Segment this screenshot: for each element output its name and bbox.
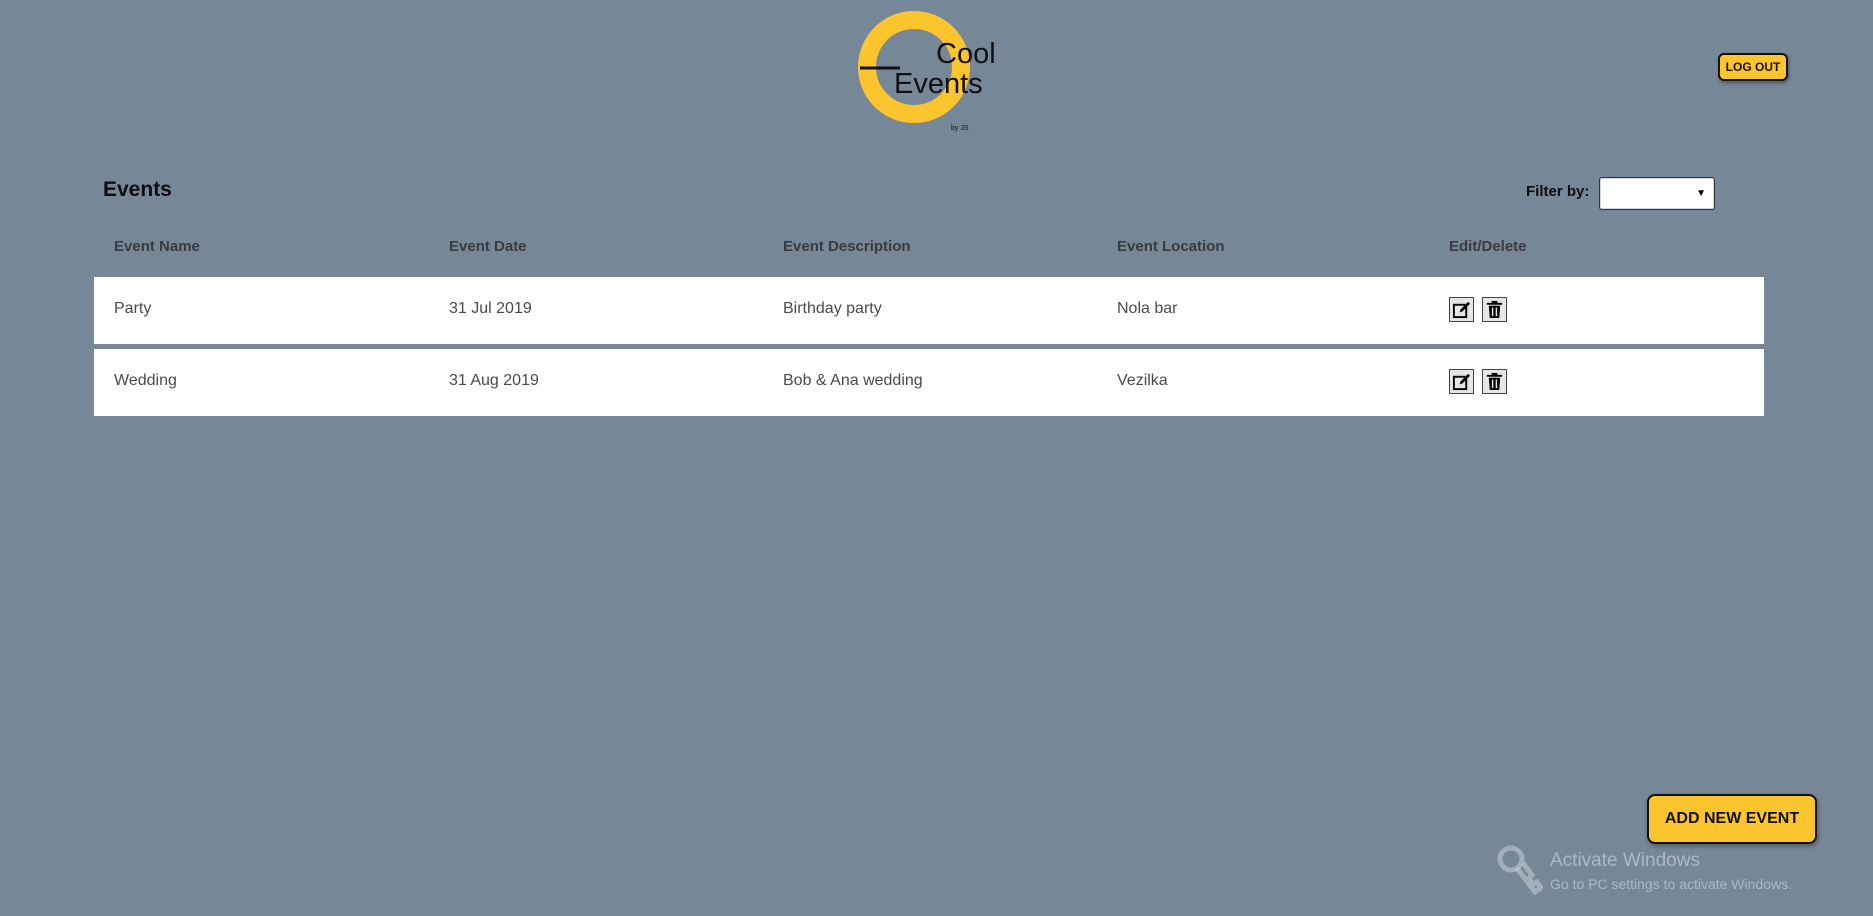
event-date-cell: 31 Aug 2019 bbox=[449, 372, 539, 389]
table-row: Wedding 31 Aug 2019 Bob & Ana wedding Ve… bbox=[94, 349, 1764, 416]
edit-button[interactable] bbox=[1449, 369, 1474, 394]
app-logo: Cool Events by JS bbox=[858, 8, 1003, 136]
edit-icon bbox=[1452, 373, 1471, 391]
column-header-event-description: Event Description bbox=[783, 238, 911, 255]
event-name-cell: Wedding bbox=[114, 372, 177, 389]
delete-button[interactable] bbox=[1482, 369, 1507, 394]
logo-text-events: Events bbox=[894, 68, 983, 100]
event-location-cell: Vezilka bbox=[1117, 372, 1168, 389]
table-row: Party 31 Jul 2019 Birthday party Nola ba… bbox=[94, 277, 1764, 344]
event-date-cell: 31 Jul 2019 bbox=[449, 300, 532, 317]
add-new-event-button[interactable]: ADD NEW EVENT bbox=[1647, 794, 1817, 844]
logo-byline: by JS bbox=[951, 125, 969, 132]
column-header-event-location: Event Location bbox=[1117, 238, 1225, 255]
logo-text-cool: Cool bbox=[936, 38, 996, 70]
delete-button[interactable] bbox=[1482, 297, 1507, 322]
event-description-cell: Bob & Ana wedding bbox=[783, 372, 923, 389]
logo-graphic: Cool Events by JS bbox=[858, 11, 996, 132]
logout-button[interactable]: LOG OUT bbox=[1718, 53, 1788, 81]
event-name-cell: Party bbox=[114, 300, 152, 317]
page-title: Events bbox=[103, 178, 172, 201]
caret-down-icon: ▼ bbox=[1696, 188, 1706, 199]
filter-select[interactable]: ▼ bbox=[1599, 177, 1715, 210]
event-description-cell: Birthday party bbox=[783, 300, 882, 317]
row-actions bbox=[1449, 297, 1507, 322]
column-header-edit-delete: Edit/Delete bbox=[1449, 238, 1527, 255]
key-icon bbox=[1497, 845, 1543, 896]
watermark-title: Activate Windows bbox=[1550, 850, 1700, 871]
watermark-subtitle: Go to PC settings to activate Windows. bbox=[1550, 876, 1792, 892]
table-header: Event Name Event Date Event Description … bbox=[94, 232, 1764, 262]
edit-button[interactable] bbox=[1449, 297, 1474, 322]
row-actions bbox=[1449, 369, 1507, 394]
edit-icon bbox=[1452, 301, 1471, 319]
trash-icon bbox=[1486, 372, 1503, 391]
activation-watermark: Activate Windows Go to PC settings to ac… bbox=[1495, 840, 1825, 900]
event-location-cell: Nola bar bbox=[1117, 300, 1178, 317]
column-header-event-name: Event Name bbox=[114, 238, 200, 255]
column-header-event-date: Event Date bbox=[449, 238, 527, 255]
trash-icon bbox=[1486, 300, 1503, 319]
filter-label: Filter by: bbox=[1526, 183, 1590, 200]
